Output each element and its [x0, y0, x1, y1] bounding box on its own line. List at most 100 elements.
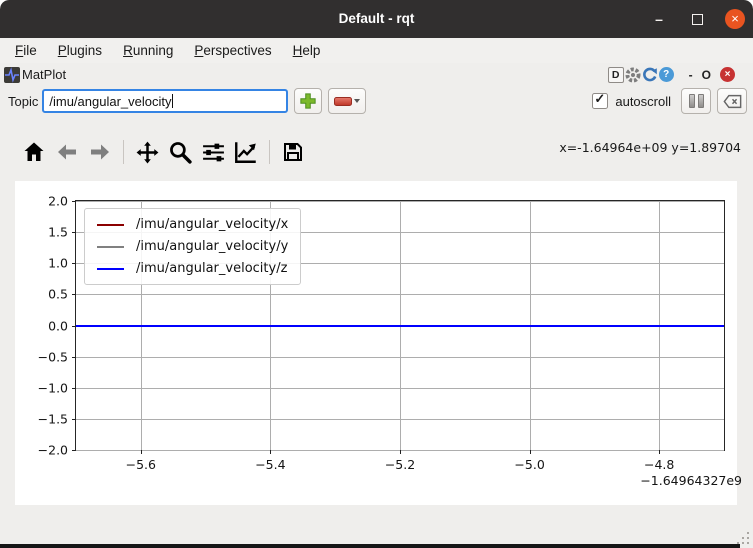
menu-bar: File Plugins Running Perspectives Help: [0, 38, 753, 63]
x-tick-label: −5.2: [385, 457, 415, 472]
menu-plugins[interactable]: Plugins: [53, 41, 107, 60]
menu-running[interactable]: Running: [118, 41, 178, 60]
x-tick-label: −4.8: [644, 457, 674, 472]
home-icon: [22, 140, 46, 164]
autoscroll-checkbox[interactable]: ✓: [592, 93, 608, 109]
maximize-button[interactable]: [687, 9, 707, 29]
y-tick-label: 1.0: [48, 256, 68, 271]
y-tick-label: −1.0: [38, 380, 68, 395]
menu-file[interactable]: File: [10, 41, 42, 60]
x-tick-mark: [270, 450, 271, 454]
resize-grip[interactable]: [747, 542, 749, 544]
topic-input[interactable]: /imu/angular_velocity: [42, 89, 288, 113]
legend-label: /imu/angular_velocity/x: [136, 217, 288, 232]
checkmark-icon: ✓: [594, 91, 605, 107]
forward-arrow-icon: [88, 140, 112, 164]
y-tick-mark: [72, 294, 76, 295]
window-controls: – ×: [649, 0, 745, 38]
edit-parameters-button[interactable]: [233, 138, 259, 166]
reload-button[interactable]: [642, 67, 658, 83]
text-caret: [172, 94, 173, 108]
home-button[interactable]: [21, 138, 47, 166]
y-tick-mark: [72, 263, 76, 264]
plugin-titlebar[interactable]: MatPlot D ? - O ×: [0, 63, 753, 86]
clear-backspace-icon: [723, 94, 742, 109]
dock-buttons: D ? - O ×: [608, 67, 735, 83]
plugin-close-button[interactable]: ×: [720, 67, 735, 82]
autoscroll-group: ✓ autoscroll: [592, 88, 747, 114]
plot-canvas[interactable]: 2.01.51.00.50.0−0.5−1.0−1.5−2.0−5.6−5.4−…: [15, 181, 737, 505]
legend-entry: /imu/angular_velocity/y: [97, 239, 288, 254]
float-icon: O: [702, 68, 711, 82]
y-tick-mark: [72, 357, 76, 358]
cursor-coordinates: x=-1.64964e+09 y=1.89704: [559, 140, 741, 155]
pause-icon: [689, 94, 704, 108]
settings-button[interactable]: [625, 67, 641, 83]
menu-perspectives[interactable]: Perspectives: [189, 41, 276, 60]
y-tick-mark: [72, 201, 76, 202]
maximize-icon: [692, 14, 703, 25]
background-window-strip: [0, 544, 740, 548]
save-button[interactable]: [280, 138, 306, 166]
configure-subplots-button[interactable]: [200, 138, 226, 166]
help-button[interactable]: ?: [659, 67, 674, 82]
y-tick-label: 1.5: [48, 225, 68, 240]
x-tick-label: −5.0: [514, 457, 544, 472]
window-title: Default - rqt: [0, 0, 753, 38]
pause-button[interactable]: [681, 88, 711, 114]
zoom-button[interactable]: [167, 138, 193, 166]
matplot-plugin-icon: [4, 67, 20, 83]
gear-icon: [625, 67, 641, 83]
dock-button[interactable]: D: [608, 67, 624, 83]
plot-legend: /imu/angular_velocity/x/imu/angular_velo…: [84, 208, 301, 285]
collapse-icon: -: [689, 68, 693, 82]
y-tick-label: 0.5: [48, 287, 68, 302]
pan-move-icon: [135, 140, 160, 165]
dropdown-arrow-icon: [354, 99, 360, 103]
y-tick-mark: [72, 450, 76, 451]
back-button[interactable]: [54, 138, 80, 166]
x-tick-mark: [400, 450, 401, 454]
rqt-window: Default - rqt – × File Plugins Running P…: [0, 0, 753, 548]
y-tick-label: −2.0: [38, 443, 68, 458]
clear-button[interactable]: [717, 88, 747, 114]
toolbar-separator: [123, 140, 124, 164]
magnifier-icon: [168, 140, 193, 165]
menu-help[interactable]: Help: [288, 41, 326, 60]
close-button[interactable]: ×: [725, 9, 745, 29]
series-line-z: [76, 325, 724, 327]
x-axis-offset-label: −1.64964327e9: [640, 473, 742, 488]
window-titlebar[interactable]: Default - rqt – ×: [0, 0, 753, 38]
legend-entry: /imu/angular_velocity/x: [97, 217, 288, 232]
legend-line-swatch: [97, 224, 124, 226]
close-icon: ×: [731, 9, 739, 29]
remove-topic-button[interactable]: [328, 88, 366, 114]
back-arrow-icon: [55, 140, 79, 164]
question-icon: ?: [663, 69, 669, 80]
legend-label: /imu/angular_velocity/z: [136, 261, 287, 276]
plugin-close-icon: ×: [725, 69, 731, 80]
pan-button[interactable]: [134, 138, 160, 166]
float-button[interactable]: O: [698, 68, 715, 82]
save-floppy-icon: [281, 140, 305, 164]
minimize-button[interactable]: –: [649, 9, 669, 29]
y-tick-mark: [72, 419, 76, 420]
x-tick-label: −5.4: [255, 457, 285, 472]
plugin-title: MatPlot: [22, 67, 66, 82]
topic-label: Topic: [8, 94, 38, 109]
minimize-icon: –: [655, 15, 663, 23]
legend-line-swatch: [97, 246, 124, 248]
sliders-icon: [201, 140, 226, 165]
minus-icon: [334, 97, 352, 106]
x-tick-mark: [659, 450, 660, 454]
y-tick-mark: [72, 232, 76, 233]
add-topic-button[interactable]: [294, 88, 322, 114]
x-tick-mark: [141, 450, 142, 454]
forward-button[interactable]: [87, 138, 113, 166]
toolbar-separator: [269, 140, 270, 164]
collapse-button[interactable]: -: [685, 68, 697, 82]
topic-input-value: /imu/angular_velocity: [49, 94, 171, 109]
x-tick-label: −5.6: [126, 457, 156, 472]
legend-label: /imu/angular_velocity/y: [136, 239, 288, 254]
x-tick-mark: [530, 450, 531, 454]
